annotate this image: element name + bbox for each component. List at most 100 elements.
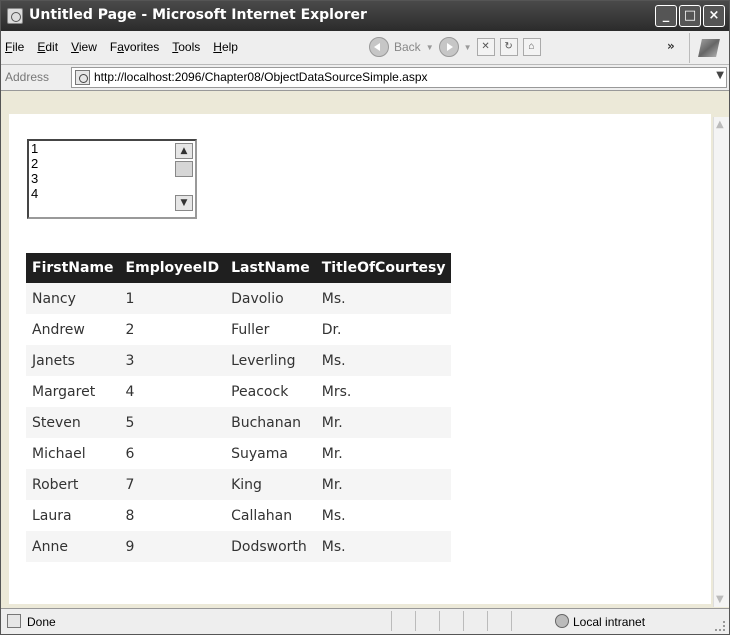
status-text: Done: [27, 615, 56, 629]
table-cell: 7: [119, 469, 226, 500]
table-cell: Andrew: [26, 314, 120, 345]
ie-page-icon: [7, 8, 23, 24]
address-label: Address: [5, 70, 50, 84]
table-cell: Mrs.: [315, 376, 452, 407]
menu-favorites[interactable]: Favorites: [110, 40, 159, 54]
refresh-icon[interactable]: ↻: [499, 38, 518, 56]
table-cell: Janets: [26, 345, 120, 376]
maximize-button[interactable]: □: [679, 5, 701, 27]
table-cell: Ms.: [315, 531, 452, 562]
listbox-option[interactable]: 1: [31, 141, 38, 156]
table-cell: Peacock: [225, 376, 316, 407]
table-row: Anne 9 Dodsworth Ms.: [26, 531, 452, 562]
listbox-scroll-down-icon[interactable]: ▼: [175, 195, 193, 211]
listbox-scroll-up-icon[interactable]: ▲: [175, 143, 193, 159]
table-cell: Callahan: [225, 500, 316, 531]
page-scrollbar[interactable]: ▲ ▼: [713, 117, 729, 607]
scroll-up-icon[interactable]: ▲: [716, 119, 724, 130]
table-row: Michael 6 Suyama Mr.: [26, 438, 452, 469]
home-icon[interactable]: ⌂: [522, 38, 541, 56]
table-cell: Buchanan: [225, 407, 316, 438]
table-cell: Margaret: [26, 376, 120, 407]
table-cell: Mr.: [315, 438, 452, 469]
grid-header-row: FirstName EmployeeID LastName TitleOfCourte…: [26, 253, 452, 283]
listbox-scroll-thumb[interactable]: [175, 161, 193, 177]
toolbar: Back ▼ ▼ ✕ ↻ ⌂: [369, 37, 541, 57]
grid-header-lastname: LastName: [225, 253, 316, 283]
address-bar: Address http://localhost:2096/Chapter08/…: [1, 65, 729, 91]
listbox-items: 1234: [31, 141, 38, 201]
forward-dropdown-icon[interactable]: ▼: [464, 43, 472, 52]
table-cell: Anne: [26, 531, 120, 562]
table-cell: Suyama: [225, 438, 316, 469]
table-cell: 8: [119, 500, 226, 531]
window-title: Untitled Page - Microsoft Internet Explo…: [29, 7, 367, 23]
intranet-zone-icon: [555, 614, 569, 628]
address-dropdown-icon[interactable]: ▼: [716, 70, 724, 81]
listbox-option[interactable]: 4: [31, 186, 38, 201]
table-cell: Leverling: [225, 345, 316, 376]
scroll-down-icon[interactable]: ▼: [716, 594, 724, 605]
table-cell: Ms.: [315, 500, 452, 531]
table-row: Nancy 1 Davolio Ms.: [26, 283, 452, 314]
table-cell: Davolio: [225, 283, 316, 314]
table-row: Janets 3 Leverling Ms.: [26, 345, 452, 376]
grid-header-titleofcourtesy: TitleOfCourtesy: [315, 253, 452, 283]
menu-bar: File Edit View Favorites Tools Help Back ▼ ▼ …: [1, 31, 729, 65]
status-page-icon: [7, 614, 21, 628]
table-cell: 4: [119, 376, 226, 407]
table-cell: 5: [119, 407, 226, 438]
table-cell: Nancy: [26, 283, 120, 314]
minimize-button[interactable]: _: [655, 5, 677, 27]
back-dropdown-icon[interactable]: ▼: [426, 43, 434, 52]
listbox-option[interactable]: 3: [31, 171, 38, 186]
table-row: Steven 5 Buchanan Mr.: [26, 407, 452, 438]
back-label[interactable]: Back: [394, 40, 421, 54]
table-cell: Dodsworth: [225, 531, 316, 562]
table-cell: 1: [119, 283, 226, 314]
table-cell: Ms.: [315, 345, 452, 376]
table-row: Andrew 2 Fuller Dr.: [26, 314, 452, 345]
table-cell: Mr.: [315, 407, 452, 438]
table-cell: Laura: [26, 500, 120, 531]
table-cell: Mr.: [315, 469, 452, 500]
table-row: Laura 8 Callahan Ms.: [26, 500, 452, 531]
resize-grip-icon[interactable]: [715, 621, 725, 631]
close-button[interactable]: ×: [703, 5, 725, 27]
table-cell: Ms.: [315, 283, 452, 314]
window-controls: _ □ ×: [655, 5, 725, 27]
title-bar: Untitled Page - Microsoft Internet Explo…: [1, 1, 729, 31]
browser-window: Untitled Page - Microsoft Internet Explo…: [0, 0, 730, 635]
security-zone: Local intranet: [573, 615, 646, 629]
table-cell: 6: [119, 438, 226, 469]
grid-header-employeeid: EmployeeID: [119, 253, 226, 283]
table-cell: 3: [119, 345, 226, 376]
menu-file[interactable]: File: [5, 40, 24, 54]
listbox-scrollbar[interactable]: ▲ ▼: [175, 143, 193, 215]
table-row: Margaret 4 Peacock Mrs.: [26, 376, 452, 407]
grid-header-firstname: FirstName: [26, 253, 120, 283]
page-content: 1234 ▲ ▼ FirstName EmployeeID LastName Titl…: [9, 114, 711, 604]
address-url[interactable]: http://localhost:2096/Chapter08/ObjectDa…: [94, 70, 428, 84]
employee-grid: FirstName EmployeeID LastName TitleOfCourte…: [26, 253, 452, 562]
menu-help[interactable]: Help: [213, 40, 238, 54]
table-cell: Robert: [26, 469, 120, 500]
table-cell: 9: [119, 531, 226, 562]
stop-icon[interactable]: ✕: [476, 38, 495, 56]
menu-tools[interactable]: Tools: [172, 40, 200, 54]
menu-view[interactable]: View: [71, 40, 97, 54]
table-cell: Dr.: [315, 314, 452, 345]
table-cell: Fuller: [225, 314, 316, 345]
menu-items: File Edit View Favorites Tools Help: [5, 40, 238, 54]
employee-id-listbox[interactable]: 1234 ▲ ▼: [27, 139, 197, 219]
page-icon: [75, 70, 90, 85]
address-input[interactable]: http://localhost:2096/Chapter08/ObjectDa…: [71, 67, 727, 88]
status-panes: [391, 611, 535, 631]
back-arrow-icon[interactable]: [369, 37, 389, 57]
table-cell: Michael: [26, 438, 120, 469]
menu-edit[interactable]: Edit: [37, 40, 58, 54]
table-row: Robert 7 King Mr.: [26, 469, 452, 500]
forward-arrow-icon[interactable]: [438, 37, 459, 57]
toolbar-overflow-icon[interactable]: »: [667, 39, 675, 53]
listbox-option[interactable]: 2: [31, 156, 38, 171]
